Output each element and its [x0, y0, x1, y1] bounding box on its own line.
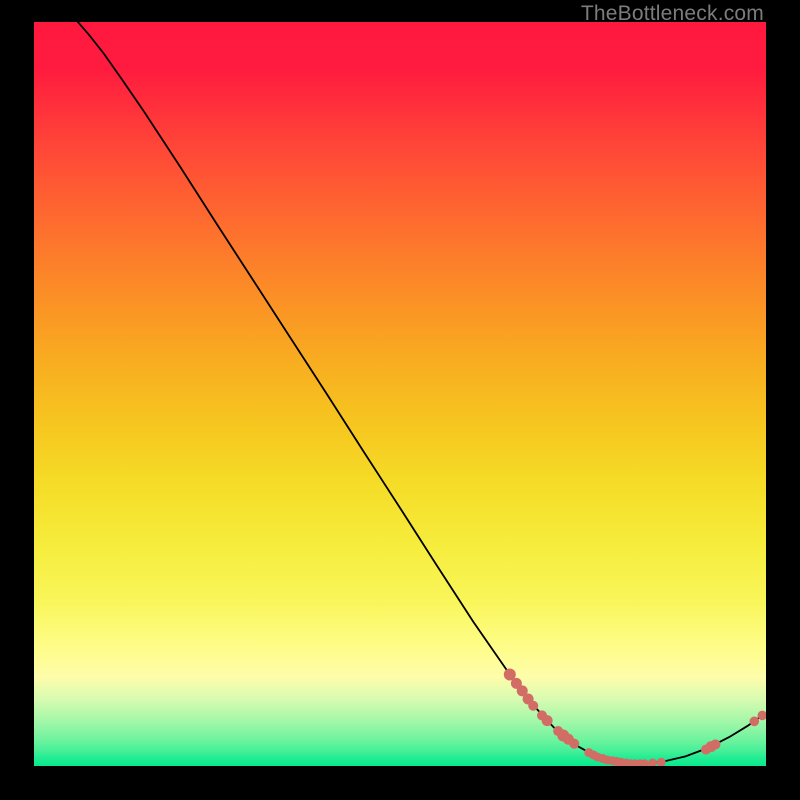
scatter-point — [630, 759, 639, 766]
scatter-point — [640, 759, 649, 766]
scatter-point — [563, 734, 574, 745]
scatter-point — [706, 741, 717, 752]
scatter-point — [701, 745, 711, 755]
scatter-point — [517, 685, 528, 696]
plot-area — [34, 22, 766, 766]
scatter-point — [758, 711, 766, 721]
highlighted-points — [504, 668, 766, 766]
scatter-point — [622, 759, 631, 766]
scatter-point — [608, 756, 617, 765]
scatter-point — [636, 759, 645, 766]
scatter-point — [523, 694, 534, 705]
scatter-point — [557, 730, 569, 742]
scatter-point — [511, 678, 522, 689]
scatter-point — [603, 756, 612, 765]
scatter-point — [648, 759, 657, 766]
scatter-point — [749, 717, 759, 727]
bottleneck-curve — [78, 22, 762, 764]
scatter-point — [589, 750, 598, 759]
chart-stage: TheBottleneck.com — [0, 0, 800, 800]
scatter-point — [598, 754, 607, 763]
scatter-point — [593, 753, 602, 762]
scatter-point — [584, 748, 593, 757]
scatter-point — [617, 758, 626, 766]
scatter-point — [504, 668, 516, 680]
scatter-point — [710, 739, 720, 749]
scatter-point — [553, 726, 563, 736]
scatter-point — [537, 710, 547, 720]
scatter-point — [542, 715, 553, 726]
scatter-layer — [34, 22, 766, 766]
scatter-point — [626, 759, 635, 766]
scatter-point — [657, 758, 666, 766]
watermark-text: TheBottleneck.com — [581, 2, 764, 26]
scatter-point — [528, 701, 538, 711]
curve-layer — [34, 22, 766, 766]
scatter-point — [569, 739, 579, 749]
scatter-point — [612, 757, 621, 766]
